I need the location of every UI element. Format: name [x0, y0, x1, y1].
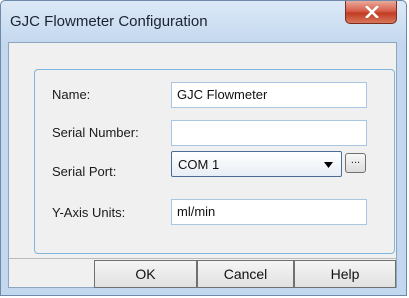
serial-port-select[interactable]: COM 1: [171, 151, 342, 177]
y-axis-units-label: Y-Axis Units:: [52, 205, 126, 220]
close-icon: [365, 6, 379, 18]
serial-number-field[interactable]: [171, 120, 367, 146]
cancel-button[interactable]: Cancel: [197, 260, 294, 288]
close-button[interactable]: [345, 1, 397, 24]
serial-port-label: Serial Port:: [52, 164, 117, 179]
chevron-down-icon: [324, 162, 333, 168]
browse-port-button[interactable]: ...: [345, 153, 366, 173]
name-field[interactable]: GJC Flowmeter: [171, 82, 367, 108]
serial-port-value: COM 1: [178, 157, 220, 172]
window-title: GJC Flowmeter Configuration: [10, 13, 208, 30]
serial-number-label: Serial Number:: [52, 125, 139, 140]
y-axis-units-field[interactable]: ml/min: [171, 199, 367, 225]
name-label: Name:: [52, 87, 91, 102]
footer-divider: [9, 258, 396, 259]
ok-button[interactable]: OK: [94, 260, 197, 288]
help-button[interactable]: Help: [294, 260, 396, 288]
title-bar[interactable]: GJC Flowmeter Configuration: [1, 1, 406, 43]
